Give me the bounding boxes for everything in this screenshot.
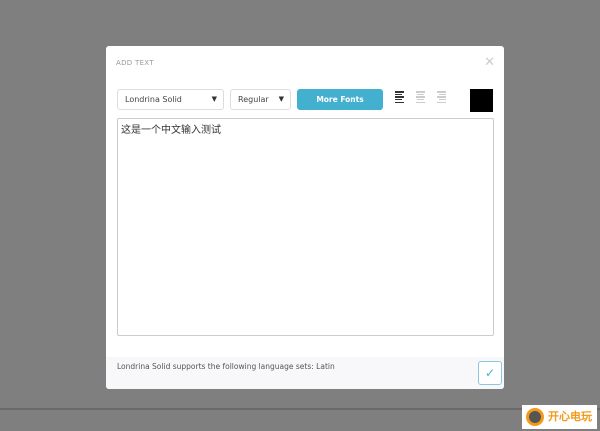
font-style-select[interactable]: Regular ▼ xyxy=(230,89,291,110)
language-support-text: Londrina Solid supports the following la… xyxy=(117,362,335,371)
dialog-footer: Londrina Solid supports the following la… xyxy=(106,357,504,389)
mascot-icon xyxy=(526,408,544,426)
align-left-icon[interactable] xyxy=(395,91,404,103)
add-text-dialog: ADD TEXT ✕ Londrina Solid ▼ Regular ▼ More… xyxy=(106,46,504,389)
bottom-divider xyxy=(0,408,600,410)
font-family-value: Londrina Solid xyxy=(125,95,182,104)
font-family-select[interactable]: Londrina Solid ▼ xyxy=(117,89,224,110)
align-right-icon[interactable] xyxy=(437,91,446,103)
font-style-value: Regular xyxy=(238,95,269,104)
watermark-logo: 开心电玩 xyxy=(522,405,597,429)
chevron-down-icon: ▼ xyxy=(278,95,284,103)
checkmark-icon: ✓ xyxy=(484,366,496,380)
more-fonts-button[interactable]: More Fonts xyxy=(297,89,383,110)
close-icon[interactable]: ✕ xyxy=(484,55,495,70)
confirm-button[interactable]: ✓ xyxy=(478,361,502,385)
align-center-icon[interactable] xyxy=(416,91,425,103)
chevron-down-icon: ▼ xyxy=(211,95,217,103)
color-picker-swatch[interactable] xyxy=(470,89,493,112)
text-input[interactable]: 这是一个中文输入测试 xyxy=(117,118,494,336)
dialog-title: ADD TEXT xyxy=(116,59,154,67)
